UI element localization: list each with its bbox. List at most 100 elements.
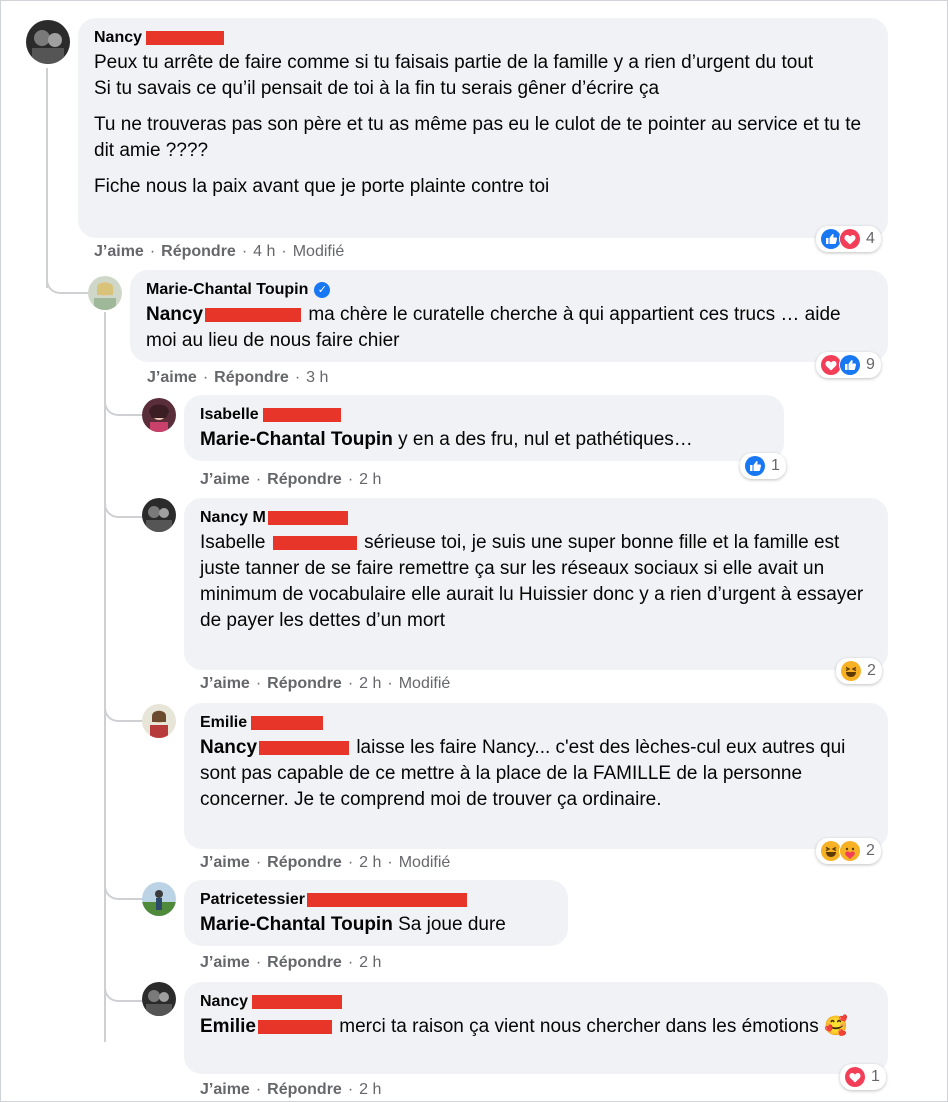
like-button[interactable]: J’aime <box>200 854 250 872</box>
author-name[interactable]: Emilie <box>200 713 247 733</box>
redaction-bar <box>262 408 341 422</box>
timestamp[interactable]: 4 h <box>253 243 275 261</box>
timestamp[interactable]: 2 h <box>359 1081 381 1099</box>
reply-button[interactable]: Répondre <box>161 243 236 261</box>
comment-author[interactable]: Emilie <box>200 713 874 733</box>
author-name[interactable]: Marie-Chantal Toupin <box>146 280 308 300</box>
comment-text: Marie-Chantal Toupin Sa joue dure <box>200 912 554 938</box>
reaction-summary[interactable]: 4 <box>816 226 881 252</box>
comment-bubble: Patricetessier Marie-Chantal Toupin Sa j… <box>184 880 568 946</box>
avatar[interactable] <box>142 704 176 738</box>
comment-bubble: Marie-Chantal Toupin ✓ Nancy ma chère le… <box>130 270 888 362</box>
reaction-summary[interactable]: 1 <box>740 453 786 479</box>
avatar[interactable] <box>26 20 70 64</box>
reply-button[interactable]: Répondre <box>267 854 342 872</box>
reply-button[interactable]: Répondre <box>267 675 342 693</box>
comment-paragraph: Tu ne trouveras pas son père et tu as mê… <box>94 114 862 161</box>
reaction-count: 9 <box>866 356 875 373</box>
comment-author[interactable]: Nancy <box>94 28 874 48</box>
care-icon <box>839 840 861 862</box>
comment-actions: J’aime · Répondre · 2 h <box>200 471 381 489</box>
comment-paragraph: Peux tu arrête de faire comme si tu fais… <box>94 52 814 99</box>
timestamp[interactable]: 2 h <box>359 954 381 972</box>
comment-actions: J’aime · Répondre · 2 h · Modifié <box>200 854 450 872</box>
like-icon <box>839 354 861 376</box>
like-button[interactable]: J’aime <box>200 954 250 972</box>
like-button[interactable]: J’aime <box>147 369 197 387</box>
comment-actions: J’aime · Répondre · 4 h · Modifié <box>94 243 344 261</box>
reply-button[interactable]: Répondre <box>267 471 342 489</box>
reaction-summary[interactable]: 9 <box>816 352 881 378</box>
thread-hook-nested-4 <box>104 880 146 900</box>
thread-hook-nested-5 <box>104 982 146 1002</box>
comment-bubble: Nancy Peux tu arrête de faire comme si t… <box>78 18 888 238</box>
mention-link[interactable]: Marie-Chantal Toupin <box>200 914 393 935</box>
reaction-summary[interactable]: 1 <box>840 1064 886 1090</box>
like-button[interactable]: J’aime <box>94 243 144 261</box>
separator: · <box>387 854 393 871</box>
comment-body: y en a des fru, nul et pathétiques… <box>398 429 693 450</box>
author-name[interactable]: Nancy M <box>200 508 266 528</box>
redaction-bar <box>205 307 302 322</box>
avatar[interactable] <box>88 276 122 310</box>
mention-link[interactable]: Nancy <box>200 737 257 758</box>
mention-link[interactable]: Nancy <box>146 304 203 325</box>
author-name[interactable]: Isabelle <box>200 405 259 425</box>
reply-button[interactable]: Répondre <box>214 369 289 387</box>
like-button[interactable]: J’aime <box>200 675 250 693</box>
comment-author[interactable]: Nancy <box>200 992 874 1012</box>
like-button[interactable]: J’aime <box>200 471 250 489</box>
timestamp[interactable]: 3 h <box>306 369 328 387</box>
comment-body: Sa joue dure <box>398 914 506 935</box>
edited-label[interactable]: Modifié <box>399 854 451 872</box>
edited-label[interactable]: Modifié <box>293 243 345 261</box>
comment-actions: J’aime · Répondre · 2 h · Modifié <box>200 675 450 693</box>
timestamp[interactable]: 2 h <box>359 854 381 872</box>
thread-line-nested <box>104 312 106 1042</box>
comment-author[interactable]: Nancy M <box>200 508 874 528</box>
reaction-summary[interactable]: 2 <box>816 838 881 864</box>
redaction-bar <box>267 511 348 525</box>
mention-link[interactable]: Emilie <box>200 1016 256 1037</box>
edited-label[interactable]: Modifié <box>399 675 451 693</box>
reaction-count: 1 <box>771 457 780 474</box>
redaction-bar <box>272 535 357 550</box>
haha-icon <box>840 660 862 682</box>
love-icon <box>844 1066 866 1088</box>
comment-bubble: Nancy Emilie merci ta raison ça vient no… <box>184 982 888 1074</box>
reaction-count: 2 <box>866 842 875 859</box>
mention-link[interactable]: Marie-Chantal Toupin <box>200 429 393 450</box>
avatar[interactable] <box>142 398 176 432</box>
thread-hook-reply <box>46 270 90 294</box>
separator: · <box>255 954 262 971</box>
avatar[interactable] <box>142 498 176 532</box>
author-name[interactable]: Nancy <box>94 28 142 48</box>
redaction-bar <box>306 893 467 907</box>
comment-paragraph: Fiche nous la paix avant que je porte pl… <box>94 176 550 197</box>
timestamp[interactable]: 2 h <box>359 675 381 693</box>
avatar[interactable] <box>142 882 176 916</box>
timestamp[interactable]: 2 h <box>359 471 381 489</box>
separator: · <box>347 675 354 692</box>
comment-author[interactable]: Marie-Chantal Toupin ✓ <box>146 280 874 300</box>
redaction-bar <box>146 31 225 45</box>
mention-text[interactable]: Isabelle <box>200 532 266 553</box>
reply-button[interactable]: Répondre <box>267 954 342 972</box>
author-name[interactable]: Patricetessier <box>200 890 305 910</box>
separator: · <box>255 1081 262 1098</box>
reaction-summary[interactable]: 2 <box>836 658 882 684</box>
separator: · <box>241 243 248 260</box>
comment-author[interactable]: Isabelle <box>200 405 770 425</box>
thread-hook-nested-2 <box>104 498 146 518</box>
comment-text: Marie-Chantal Toupin y en a des fru, nul… <box>200 427 770 453</box>
reaction-count: 4 <box>866 230 875 247</box>
comment-text: Nancy laisse les faire Nancy... c'est de… <box>200 735 874 813</box>
thread-hook-nested-1 <box>104 396 146 416</box>
reply-button[interactable]: Répondre <box>267 1081 342 1099</box>
comment-author[interactable]: Patricetessier <box>200 890 554 910</box>
author-name[interactable]: Nancy <box>200 992 248 1012</box>
separator: · <box>255 854 262 871</box>
comment-body: merci ta raison ça vient nous chercher d… <box>339 1016 848 1037</box>
avatar[interactable] <box>142 982 176 1016</box>
like-button[interactable]: J’aime <box>200 1081 250 1099</box>
